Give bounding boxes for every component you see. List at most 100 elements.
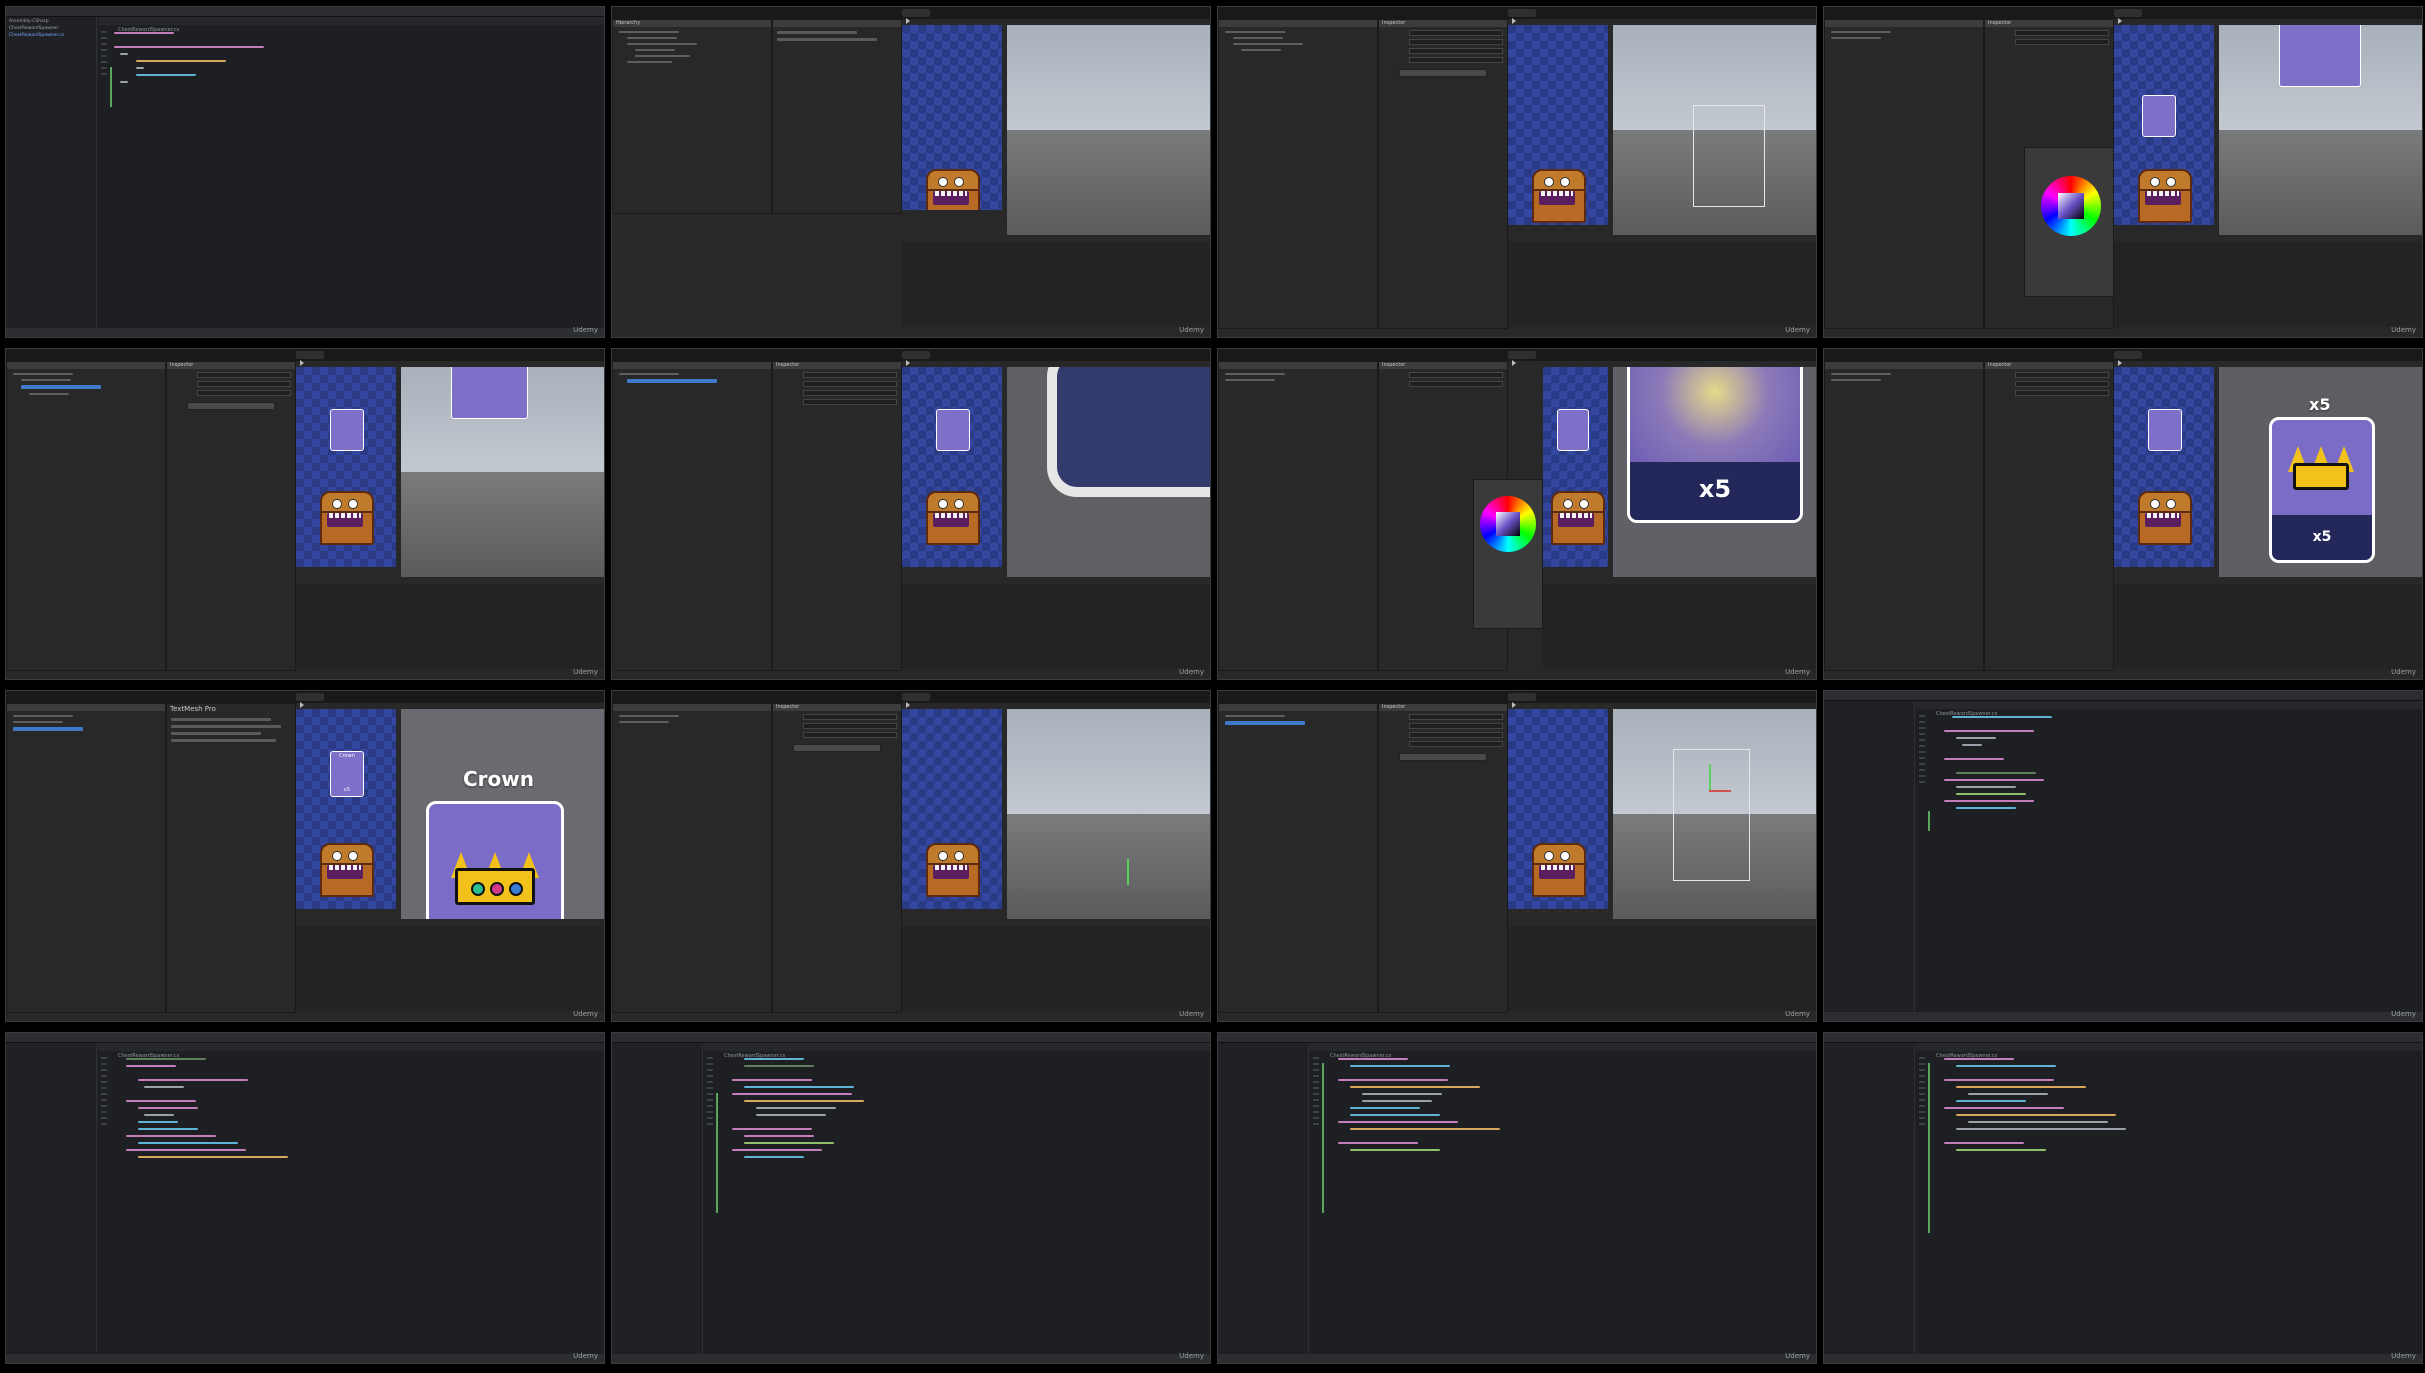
- move-gizmo-x[interactable]: [1709, 790, 1731, 792]
- file-tab-bar[interactable]: ChestRewardSpawner.cs: [1916, 701, 2422, 717]
- scene-view[interactable]: Crown: [401, 709, 604, 919]
- console-panel[interactable]: [2114, 584, 2422, 669]
- console-panel[interactable]: [902, 584, 1210, 669]
- toolbar[interactable]: [6, 691, 604, 708]
- thumbnail-9[interactable]: TextMesh Pro Crown x5 Crown Udemy: [5, 690, 605, 1022]
- solution-explorer[interactable]: [1824, 1043, 1915, 1353]
- thumbnail-3[interactable]: Inspector Udemy: [1217, 6, 1817, 338]
- scene-view[interactable]: [1007, 709, 1210, 919]
- thumbnail-15[interactable]: ChestRewardSpawner.cs Udemy: [1217, 1032, 1817, 1364]
- file-tab-bar[interactable]: ChestRewardSpawner.cs: [1916, 1043, 2422, 1059]
- code-lines[interactable]: [720, 1053, 1200, 1351]
- hierarchy-panel[interactable]: [6, 361, 166, 671]
- toolbar[interactable]: [612, 7, 1210, 24]
- inspector-panel[interactable]: [772, 19, 902, 214]
- code-lines[interactable]: [114, 27, 594, 325]
- solution-explorer[interactable]: [1824, 701, 1915, 1011]
- game-view[interactable]: [2114, 25, 2214, 225]
- game-view[interactable]: [902, 709, 1002, 909]
- menu-bar[interactable]: [6, 7, 604, 22]
- toolbar[interactable]: [1824, 349, 2422, 366]
- code-lines[interactable]: [114, 1053, 594, 1351]
- thumbnail-8[interactable]: Inspector x5 x5 Udemy: [1823, 348, 2423, 680]
- toolbar[interactable]: [1824, 7, 2422, 24]
- toolbar[interactable]: [6, 349, 604, 366]
- hierarchy-panel[interactable]: [1218, 361, 1378, 671]
- scene-view[interactable]: [1613, 25, 1816, 235]
- scene-view[interactable]: [2219, 25, 2422, 235]
- code-lines[interactable]: [1326, 1053, 1806, 1351]
- inspector-panel[interactable]: Inspector: [772, 703, 902, 1013]
- animation-panel[interactable]: [902, 242, 1210, 327]
- hierarchy-panel[interactable]: [1218, 19, 1378, 329]
- solution-explorer[interactable]: Assembly-CSharp ChestRewardSpawner Chest…: [6, 17, 97, 327]
- game-view[interactable]: Crown x5: [296, 709, 396, 909]
- move-gizmo[interactable]: [1127, 859, 1129, 885]
- solution-explorer[interactable]: [1218, 1043, 1309, 1353]
- console-panel[interactable]: [902, 926, 1210, 1011]
- play-button[interactable]: [902, 9, 930, 24]
- play-button[interactable]: [296, 351, 324, 366]
- inspector-panel[interactable]: Inspector: [166, 361, 296, 671]
- scene-view[interactable]: x5: [1613, 367, 1816, 577]
- thumbnail-2[interactable]: Hierarchy Udemy: [611, 6, 1211, 338]
- scene-view[interactable]: [401, 367, 604, 577]
- game-view[interactable]: [1508, 709, 1608, 909]
- game-view[interactable]: [902, 367, 1002, 567]
- inspector-panel[interactable]: Inspector: [1378, 703, 1508, 1013]
- scene-view[interactable]: x5 x5: [2219, 367, 2422, 577]
- file-tab-bar[interactable]: ChestRewardSpawner.cs: [98, 1043, 604, 1059]
- inspector-panel[interactable]: Inspector: [772, 361, 902, 671]
- move-gizmo-y[interactable]: [1709, 764, 1711, 790]
- game-view[interactable]: [1508, 25, 1608, 225]
- inspector-panel[interactable]: Inspector: [1984, 361, 2114, 671]
- game-view[interactable]: [1543, 367, 1608, 567]
- menu-bar[interactable]: [6, 1033, 604, 1048]
- solution-explorer[interactable]: [612, 1043, 703, 1353]
- thumbnail-11[interactable]: Inspector Udemy: [1217, 690, 1817, 1022]
- color-picker-window[interactable]: [1473, 479, 1543, 629]
- thumbnail-14[interactable]: ChestRewardSpawner.cs Udemy: [611, 1032, 1211, 1364]
- menu-bar[interactable]: [1824, 1033, 2422, 1048]
- thumbnail-1[interactable]: Assembly-CSharp ChestRewardSpawner Chest…: [5, 6, 605, 338]
- scene-view[interactable]: [1613, 709, 1816, 919]
- console-panel[interactable]: [1508, 926, 1816, 1011]
- hierarchy-panel[interactable]: [6, 703, 166, 1013]
- scene-view[interactable]: [1007, 367, 1210, 577]
- thumbnail-12[interactable]: ChestRewardSpawner.cs Udemy: [1823, 690, 2423, 1022]
- play-button[interactable]: [2114, 351, 2142, 366]
- game-view[interactable]: [902, 25, 1002, 210]
- game-view[interactable]: [296, 367, 396, 567]
- menu-bar[interactable]: [1824, 691, 2422, 706]
- hierarchy-panel[interactable]: Hierarchy: [612, 19, 772, 214]
- solution-explorer[interactable]: [6, 1043, 97, 1353]
- console-panel[interactable]: [1508, 242, 1816, 327]
- thumbnail-13[interactable]: ChestRewardSpawner.cs Udemy: [5, 1032, 605, 1364]
- tree-item[interactable]: ChestRewardSpawner.cs: [9, 33, 96, 38]
- thumbnail-7[interactable]: Inspector x5 Udemy: [1217, 348, 1817, 680]
- scene-view[interactable]: [1007, 25, 1210, 235]
- play-button[interactable]: [1508, 9, 1536, 24]
- thumbnail-10[interactable]: Inspector Udemy: [611, 690, 1211, 1022]
- console-panel[interactable]: [296, 926, 604, 1011]
- tree-item[interactable]: Assembly-CSharp: [9, 19, 96, 24]
- toolbar[interactable]: [1218, 7, 1816, 24]
- menu-bar[interactable]: [612, 1033, 1210, 1048]
- menu-bar[interactable]: [1218, 1033, 1816, 1048]
- file-tab-bar[interactable]: ChestRewardSpawner.cs: [704, 1043, 1210, 1059]
- code-lines[interactable]: [1932, 711, 2412, 1009]
- color-wheel-icon[interactable]: [2041, 176, 2101, 236]
- tree-item[interactable]: ChestRewardSpawner: [9, 26, 96, 31]
- play-button[interactable]: [902, 693, 930, 708]
- thumbnail-6[interactable]: Inspector Udemy: [611, 348, 1211, 680]
- play-button[interactable]: [2114, 9, 2142, 24]
- hierarchy-panel[interactable]: [612, 703, 772, 1013]
- thumbnail-4[interactable]: Inspector Udemy: [1823, 6, 2423, 338]
- play-button[interactable]: [296, 693, 324, 708]
- inspector-panel[interactable]: Inspector: [1378, 19, 1508, 329]
- console-panel[interactable]: [2114, 242, 2422, 327]
- hierarchy-panel[interactable]: [612, 361, 772, 671]
- hierarchy-panel[interactable]: [1218, 703, 1378, 1013]
- thumbnail-16[interactable]: ChestRewardSpawner.cs Udemy: [1823, 1032, 2423, 1364]
- color-wheel-icon[interactable]: [1480, 496, 1536, 552]
